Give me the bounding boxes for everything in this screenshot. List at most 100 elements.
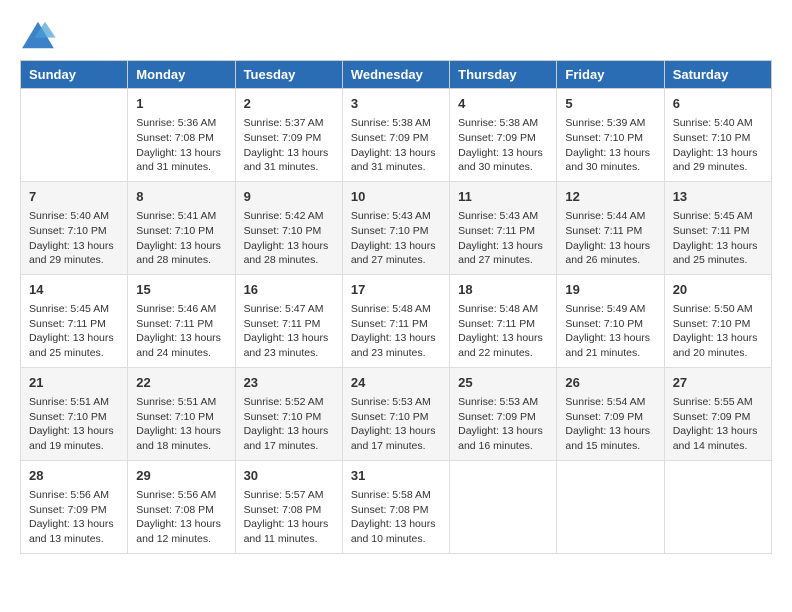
date-number: 6	[673, 95, 763, 113]
date-number: 8	[136, 188, 226, 206]
calendar-cell: 1 Sunrise: 5:36 AM Sunset: 7:08 PM Daylig…	[128, 89, 235, 182]
cell-info: Sunrise: 5:53 AM Sunset: 7:09 PM Dayligh…	[458, 395, 548, 454]
calendar-cell: 23 Sunrise: 5:52 AM Sunset: 7:10 PM Dayli…	[235, 367, 342, 460]
cell-info: Sunrise: 5:56 AM Sunset: 7:09 PM Dayligh…	[29, 488, 119, 547]
calendar-cell: 31 Sunrise: 5:58 AM Sunset: 7:08 PM Dayli…	[342, 460, 449, 553]
cell-info: Sunrise: 5:43 AM Sunset: 7:10 PM Dayligh…	[351, 209, 441, 268]
date-number: 12	[565, 188, 655, 206]
calendar-cell: 22 Sunrise: 5:51 AM Sunset: 7:10 PM Dayli…	[128, 367, 235, 460]
date-number: 4	[458, 95, 548, 113]
date-number: 17	[351, 281, 441, 299]
calendar-week-5: 28 Sunrise: 5:56 AM Sunset: 7:09 PM Dayli…	[21, 460, 772, 553]
date-number: 10	[351, 188, 441, 206]
cell-info: Sunrise: 5:40 AM Sunset: 7:10 PM Dayligh…	[673, 116, 763, 175]
date-number: 13	[673, 188, 763, 206]
cell-info: Sunrise: 5:54 AM Sunset: 7:09 PM Dayligh…	[565, 395, 655, 454]
date-number: 21	[29, 374, 119, 392]
date-number: 23	[244, 374, 334, 392]
date-number: 18	[458, 281, 548, 299]
calendar-cell: 13 Sunrise: 5:45 AM Sunset: 7:11 PM Dayli…	[664, 181, 771, 274]
logo-icon	[20, 20, 56, 50]
calendar-cell: 12 Sunrise: 5:44 AM Sunset: 7:11 PM Dayli…	[557, 181, 664, 274]
column-header-wednesday: Wednesday	[342, 61, 449, 89]
logo	[20, 20, 60, 50]
cell-info: Sunrise: 5:56 AM Sunset: 7:08 PM Dayligh…	[136, 488, 226, 547]
date-number: 31	[351, 467, 441, 485]
calendar-cell: 11 Sunrise: 5:43 AM Sunset: 7:11 PM Dayli…	[450, 181, 557, 274]
calendar-cell	[664, 460, 771, 553]
cell-info: Sunrise: 5:39 AM Sunset: 7:10 PM Dayligh…	[565, 116, 655, 175]
column-header-sunday: Sunday	[21, 61, 128, 89]
date-number: 15	[136, 281, 226, 299]
cell-info: Sunrise: 5:46 AM Sunset: 7:11 PM Dayligh…	[136, 302, 226, 361]
date-number: 9	[244, 188, 334, 206]
column-header-tuesday: Tuesday	[235, 61, 342, 89]
date-number: 16	[244, 281, 334, 299]
date-number: 28	[29, 467, 119, 485]
date-number: 20	[673, 281, 763, 299]
calendar-cell	[21, 89, 128, 182]
cell-info: Sunrise: 5:49 AM Sunset: 7:10 PM Dayligh…	[565, 302, 655, 361]
calendar-cell: 26 Sunrise: 5:54 AM Sunset: 7:09 PM Dayli…	[557, 367, 664, 460]
cell-info: Sunrise: 5:45 AM Sunset: 7:11 PM Dayligh…	[29, 302, 119, 361]
calendar-cell: 6 Sunrise: 5:40 AM Sunset: 7:10 PM Daylig…	[664, 89, 771, 182]
calendar-cell: 10 Sunrise: 5:43 AM Sunset: 7:10 PM Dayli…	[342, 181, 449, 274]
calendar-cell: 16 Sunrise: 5:47 AM Sunset: 7:11 PM Dayli…	[235, 274, 342, 367]
date-number: 29	[136, 467, 226, 485]
cell-info: Sunrise: 5:40 AM Sunset: 7:10 PM Dayligh…	[29, 209, 119, 268]
cell-info: Sunrise: 5:44 AM Sunset: 7:11 PM Dayligh…	[565, 209, 655, 268]
calendar-cell: 7 Sunrise: 5:40 AM Sunset: 7:10 PM Daylig…	[21, 181, 128, 274]
calendar-cell: 8 Sunrise: 5:41 AM Sunset: 7:10 PM Daylig…	[128, 181, 235, 274]
cell-info: Sunrise: 5:50 AM Sunset: 7:10 PM Dayligh…	[673, 302, 763, 361]
calendar-week-1: 1 Sunrise: 5:36 AM Sunset: 7:08 PM Daylig…	[21, 89, 772, 182]
date-number: 25	[458, 374, 548, 392]
calendar-cell: 5 Sunrise: 5:39 AM Sunset: 7:10 PM Daylig…	[557, 89, 664, 182]
calendar-cell: 30 Sunrise: 5:57 AM Sunset: 7:08 PM Dayli…	[235, 460, 342, 553]
cell-info: Sunrise: 5:42 AM Sunset: 7:10 PM Dayligh…	[244, 209, 334, 268]
date-number: 1	[136, 95, 226, 113]
calendar-cell: 25 Sunrise: 5:53 AM Sunset: 7:09 PM Dayli…	[450, 367, 557, 460]
cell-info: Sunrise: 5:41 AM Sunset: 7:10 PM Dayligh…	[136, 209, 226, 268]
calendar-cell: 2Sunrise: 5:37 AM Sunset: 7:09 PM Daylig…	[235, 89, 342, 182]
calendar-cell: 3Sunrise: 5:38 AM Sunset: 7:09 PM Daylig…	[342, 89, 449, 182]
cell-info: Sunrise: 5:47 AM Sunset: 7:11 PM Dayligh…	[244, 302, 334, 361]
calendar-cell: 18 Sunrise: 5:48 AM Sunset: 7:11 PM Dayli…	[450, 274, 557, 367]
cell-info: Sunrise: 5:38 AM Sunset: 7:09 PM Dayligh…	[458, 116, 548, 175]
cell-info: Sunrise: 5:48 AM Sunset: 7:11 PM Dayligh…	[351, 302, 441, 361]
date-number: 30	[244, 467, 334, 485]
calendar-cell: 17 Sunrise: 5:48 AM Sunset: 7:11 PM Dayli…	[342, 274, 449, 367]
date-number: 26	[565, 374, 655, 392]
calendar-table: SundayMondayTuesdayWednesdayThursdayFrid…	[20, 60, 772, 554]
calendar-cell: 24Sunrise: 5:53 AM Sunset: 7:10 PM Dayli…	[342, 367, 449, 460]
calendar-week-3: 14 Sunrise: 5:45 AM Sunset: 7:11 PM Dayli…	[21, 274, 772, 367]
cell-info: Sunrise: 5:55 AM Sunset: 7:09 PM Dayligh…	[673, 395, 763, 454]
cell-info: Sunrise: 5:51 AM Sunset: 7:10 PM Dayligh…	[136, 395, 226, 454]
date-number: 11	[458, 188, 548, 206]
column-header-thursday: Thursday	[450, 61, 557, 89]
cell-info: Sunrise: 5:45 AM Sunset: 7:11 PM Dayligh…	[673, 209, 763, 268]
cell-info: Sunrise: 5:36 AM Sunset: 7:08 PM Dayligh…	[136, 116, 226, 175]
cell-info: Sunrise: 5:43 AM Sunset: 7:11 PM Dayligh…	[458, 209, 548, 268]
calendar-cell: 27Sunrise: 5:55 AM Sunset: 7:09 PM Dayli…	[664, 367, 771, 460]
column-header-monday: Monday	[128, 61, 235, 89]
calendar-week-2: 7 Sunrise: 5:40 AM Sunset: 7:10 PM Daylig…	[21, 181, 772, 274]
cell-info: Sunrise: 5:57 AM Sunset: 7:08 PM Dayligh…	[244, 488, 334, 547]
column-header-friday: Friday	[557, 61, 664, 89]
calendar-cell	[557, 460, 664, 553]
date-number: 2	[244, 95, 334, 113]
page-header	[20, 20, 772, 50]
date-number: 14	[29, 281, 119, 299]
calendar-cell: 4 Sunrise: 5:38 AM Sunset: 7:09 PM Daylig…	[450, 89, 557, 182]
calendar-cell: 14 Sunrise: 5:45 AM Sunset: 7:11 PM Dayli…	[21, 274, 128, 367]
calendar-cell: 21Sunrise: 5:51 AM Sunset: 7:10 PM Dayli…	[21, 367, 128, 460]
date-number: 5	[565, 95, 655, 113]
calendar-cell: 28 Sunrise: 5:56 AM Sunset: 7:09 PM Dayli…	[21, 460, 128, 553]
cell-info: Sunrise: 5:52 AM Sunset: 7:10 PM Dayligh…	[244, 395, 334, 454]
date-number: 22	[136, 374, 226, 392]
cell-info: Sunrise: 5:48 AM Sunset: 7:11 PM Dayligh…	[458, 302, 548, 361]
cell-info: Sunrise: 5:53 AM Sunset: 7:10 PM Dayligh…	[351, 395, 441, 454]
date-number: 7	[29, 188, 119, 206]
date-number: 3	[351, 95, 441, 113]
cell-info: Sunrise: 5:58 AM Sunset: 7:08 PM Dayligh…	[351, 488, 441, 547]
calendar-cell: 9 Sunrise: 5:42 AM Sunset: 7:10 PM Daylig…	[235, 181, 342, 274]
